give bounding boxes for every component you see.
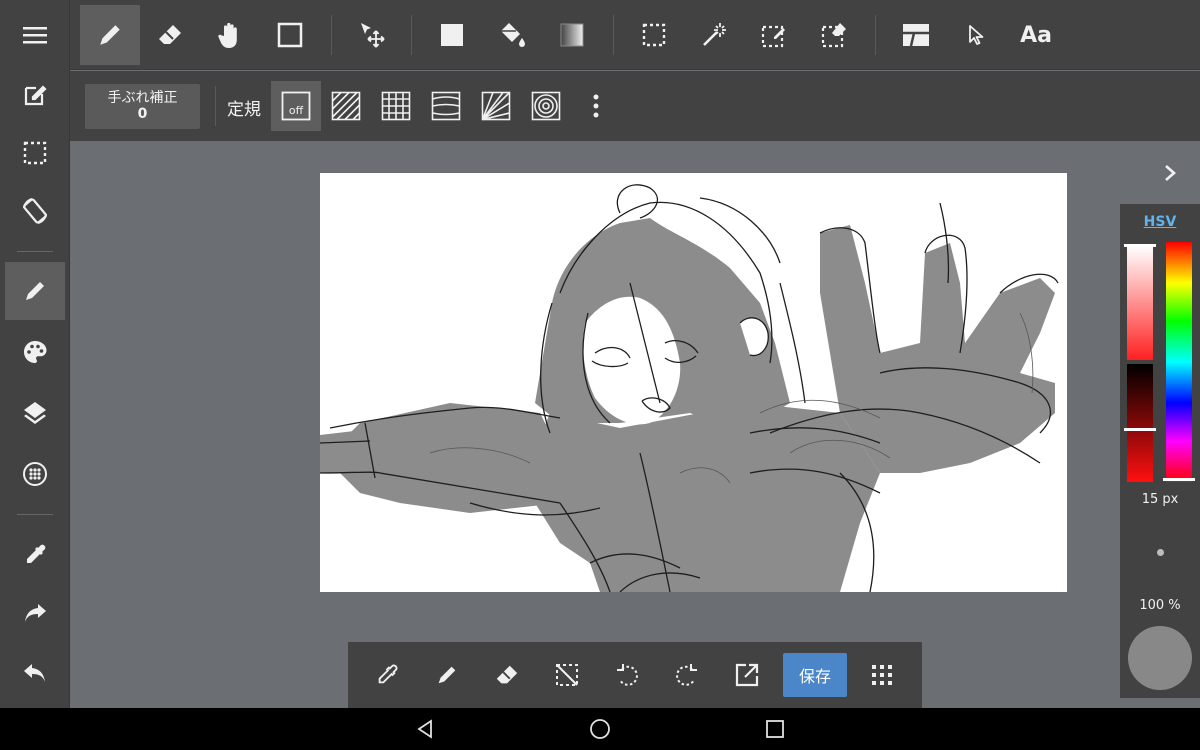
fill-rect-icon[interactable] — [422, 5, 482, 65]
shape-icon[interactable] — [260, 5, 320, 65]
rotate-icon[interactable] — [5, 182, 65, 240]
ruler-concentric-icon[interactable] — [521, 81, 571, 131]
hue-slider[interactable] — [1166, 242, 1192, 482]
brush-icon[interactable] — [5, 262, 65, 320]
top-toolbar: Aa — [70, 0, 1200, 70]
sketch-artwork — [320, 184, 1059, 592]
sub-toolbar: 手ぶれ補正 0 定規 off — [70, 71, 1200, 141]
color-panel: HSV 15 px 100 % — [1120, 204, 1200, 698]
pen-quick-icon[interactable] — [422, 650, 472, 700]
eyedropper-icon[interactable] — [5, 526, 65, 584]
ruler-curve-icon[interactable] — [421, 81, 471, 131]
layers-icon[interactable] — [5, 384, 65, 442]
ruler-parallel-icon[interactable] — [321, 81, 371, 131]
ruler-grid-icon[interactable] — [371, 81, 421, 131]
materials-icon[interactable] — [5, 445, 65, 503]
system-nav-bar — [0, 708, 1200, 750]
value-slider[interactable] — [1127, 364, 1153, 482]
nav-home-icon[interactable] — [580, 714, 620, 744]
opacity-label[interactable]: 100 % — [1120, 598, 1200, 613]
ruler-label: 定規 — [227, 100, 261, 120]
magic-wand-icon[interactable] — [684, 5, 744, 65]
selection-icon[interactable] — [5, 124, 65, 182]
rotate-left-icon[interactable] — [602, 650, 652, 700]
eyedropper-quick-icon[interactable] — [362, 650, 412, 700]
undo-icon[interactable] — [5, 646, 65, 704]
stabilizer-label: 手ぶれ補正 — [107, 90, 178, 106]
brush-preview-dot — [1157, 549, 1164, 556]
ruler-off-button[interactable]: off — [271, 81, 321, 131]
redo-icon[interactable] — [5, 586, 65, 644]
frame-divider-icon[interactable] — [886, 5, 946, 65]
pointer-icon[interactable] — [946, 5, 1006, 65]
grid-menu-icon[interactable] — [857, 650, 907, 700]
save-button[interactable]: 保存 — [783, 653, 847, 697]
color-mode-label[interactable]: HSV — [1120, 214, 1200, 230]
gradient-icon[interactable] — [542, 5, 602, 65]
panel-collapse-button[interactable] — [1150, 155, 1190, 191]
hue-handle[interactable] — [1163, 478, 1195, 481]
select-eraser-icon[interactable] — [804, 5, 864, 65]
menu-icon[interactable] — [5, 6, 65, 64]
value-handle[interactable] — [1124, 428, 1156, 431]
bottom-toolbar: 保存 — [348, 642, 922, 708]
more-options-icon[interactable] — [571, 81, 621, 131]
app: Aa 手ぶれ補正 0 定規 off HSV 15 px 100 % 保存 — [0, 0, 1200, 750]
nav-back-icon[interactable] — [405, 714, 445, 744]
stabilizer-value: 0 — [137, 106, 148, 122]
nav-recents-icon[interactable] — [755, 714, 795, 744]
hand-icon[interactable] — [200, 5, 260, 65]
eraser-icon[interactable] — [140, 5, 200, 65]
deselect-icon[interactable] — [542, 650, 592, 700]
move-icon[interactable] — [342, 5, 402, 65]
bucket-icon[interactable] — [482, 5, 542, 65]
select-pen-icon[interactable] — [744, 5, 804, 65]
pen-icon[interactable] — [80, 5, 140, 65]
rotate-right-icon[interactable] — [662, 650, 712, 700]
edit-icon[interactable] — [5, 66, 65, 124]
text-tool-icon[interactable]: Aa — [1006, 5, 1066, 65]
brush-size-label[interactable]: 15 px — [1120, 492, 1200, 507]
current-color-swatch[interactable] — [1128, 626, 1192, 690]
stabilizer-button[interactable]: 手ぶれ補正 0 — [85, 84, 200, 129]
eraser-quick-icon[interactable] — [482, 650, 532, 700]
select-icon[interactable] — [624, 5, 684, 65]
ruler-radial-icon[interactable] — [471, 81, 521, 131]
text-tool-label: Aa — [1020, 22, 1052, 48]
saturation-handle[interactable] — [1124, 244, 1156, 247]
left-sidebar — [0, 0, 70, 708]
ruler-off-label: off — [289, 104, 304, 117]
drawing-canvas[interactable] — [320, 173, 1067, 592]
palette-icon[interactable] — [5, 323, 65, 381]
saturation-slider[interactable] — [1127, 246, 1153, 360]
chevron-right-icon — [1165, 165, 1176, 181]
share-icon[interactable] — [722, 650, 772, 700]
